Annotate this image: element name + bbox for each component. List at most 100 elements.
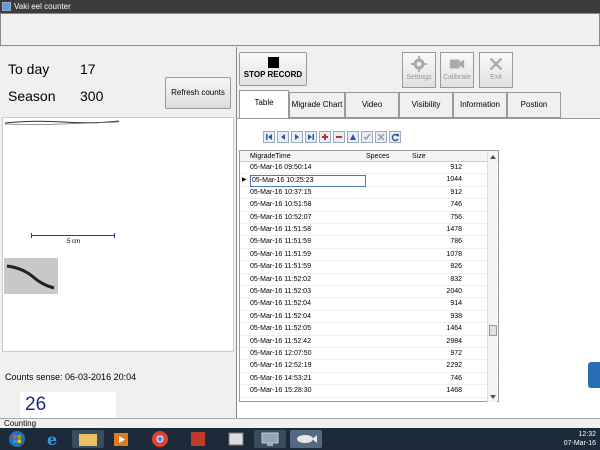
- table-cell[interactable]: 938: [450, 311, 462, 323]
- table-cell[interactable]: 05-Mar-16 12:52:19: [250, 360, 311, 372]
- table-row[interactable]: 05-Mar-16 11:51:58 1478: [240, 224, 498, 237]
- table-cell[interactable]: 05-Mar-16 10:37:15: [250, 187, 311, 199]
- table-cell[interactable]: 05-Mar-16 10:51:58: [250, 199, 311, 211]
- start-button[interactable]: [4, 430, 30, 448]
- insert-record-button[interactable]: [319, 131, 331, 143]
- last-record-button[interactable]: [305, 131, 317, 143]
- calibrate-button[interactable]: Calibrate: [440, 52, 474, 88]
- table-cell[interactable]: 05-Mar-16 10:52:07: [250, 212, 311, 224]
- table-cell[interactable]: 05-Mar-16 11:52:02: [250, 274, 311, 286]
- tab-migrade-chart[interactable]: Migrade Chart: [289, 92, 345, 118]
- app-icon-window[interactable]: [220, 430, 252, 448]
- clock-date[interactable]: 07-Mar-16: [564, 439, 596, 448]
- table-row[interactable]: ▶ 05-Mar-16 10:25:23 1044: [240, 174, 498, 188]
- tab-postion[interactable]: Postion: [507, 92, 561, 118]
- table-row[interactable]: 05-Mar-16 11:52:04 914: [240, 298, 498, 311]
- table-cell[interactable]: 756: [450, 212, 462, 224]
- table-cell[interactable]: 05-Mar-16 11:52:42: [250, 336, 311, 348]
- system-tray: 12:32 07-Mar-16: [564, 430, 596, 448]
- table-cell[interactable]: 914: [450, 298, 462, 310]
- table-row[interactable]: 05-Mar-16 11:51:59 786: [240, 236, 498, 249]
- table-cell[interactable]: 786: [450, 236, 462, 248]
- table-cell[interactable]: 1468: [446, 385, 462, 397]
- table-cell[interactable]: 1478: [446, 224, 462, 236]
- tab-visibility[interactable]: Visibility: [399, 92, 453, 118]
- file-explorer-icon[interactable]: [72, 430, 104, 448]
- side-panel-tab[interactable]: [588, 362, 600, 388]
- delete-record-button[interactable]: [333, 131, 345, 143]
- scrollbar-thumb[interactable]: [489, 325, 497, 336]
- table-cell[interactable]: 05-Mar-16 10:25:23: [250, 175, 366, 188]
- tab-video[interactable]: Video: [345, 92, 399, 118]
- table-row[interactable]: 05-Mar-16 10:52:07 756: [240, 212, 498, 224]
- column-header[interactable]: MigradeTime: [250, 151, 291, 162]
- media-player-icon[interactable]: [106, 430, 138, 448]
- column-header[interactable]: Size: [412, 151, 426, 162]
- table-cell[interactable]: 05-Mar-16 11:52:04: [250, 298, 311, 310]
- table-cell[interactable]: 2040: [446, 286, 462, 298]
- refresh-record-button[interactable]: [389, 131, 401, 143]
- eel-counter-taskbar-icon[interactable]: [290, 430, 322, 448]
- table-row[interactable]: 05-Mar-16 11:52:05 1464: [240, 323, 498, 336]
- first-record-button[interactable]: [263, 131, 275, 143]
- table-cell[interactable]: 05-Mar-16 15:28:30: [250, 385, 311, 397]
- table-row[interactable]: 05-Mar-16 11:52:04 938: [240, 311, 498, 324]
- table-cell[interactable]: 05-Mar-16 11:52:05: [250, 323, 311, 335]
- scroll-up-icon[interactable]: [489, 154, 497, 160]
- table-cell[interactable]: 1464: [446, 323, 462, 335]
- table-cell[interactable]: 05-Mar-16 11:51:59: [250, 249, 311, 261]
- table-row[interactable]: 05-Mar-16 12:07:50 972: [240, 348, 498, 361]
- table-row[interactable]: 05-Mar-16 10:51:58 746: [240, 199, 498, 212]
- eel-outline-icon: [4, 120, 120, 125]
- table-cell[interactable]: 05-Mar-16 11:52:04: [250, 311, 311, 323]
- table-row[interactable]: 05-Mar-16 09:50:14 912: [240, 162, 498, 175]
- table-row[interactable]: 05-Mar-16 11:52:42 2984: [240, 336, 498, 348]
- next-record-button[interactable]: [291, 131, 303, 143]
- table-cell[interactable]: 912: [450, 187, 462, 199]
- table-cell[interactable]: 05-Mar-16 12:07:50: [250, 348, 311, 360]
- app-icon-red[interactable]: [182, 430, 214, 448]
- edit-record-button[interactable]: [347, 131, 359, 143]
- table-row[interactable]: 05-Mar-16 10:37:15 912: [240, 187, 498, 200]
- prev-record-button[interactable]: [277, 131, 289, 143]
- tab-information[interactable]: Information: [453, 92, 507, 118]
- table-scrollbar[interactable]: [487, 152, 497, 402]
- table-cell[interactable]: 05-Mar-16 11:51:59: [250, 236, 311, 248]
- table-cell[interactable]: 746: [450, 199, 462, 211]
- table-cell[interactable]: 05-Mar-16 09:50:14: [250, 162, 311, 174]
- table-cell[interactable]: 05-Mar-16 11:52:03: [250, 286, 311, 298]
- table-row[interactable]: 05-Mar-16 11:51:59 826: [240, 261, 498, 274]
- internet-explorer-icon[interactable]: e: [38, 430, 70, 449]
- clock-time[interactable]: 12:32: [564, 430, 596, 439]
- table-cell[interactable]: 832: [450, 274, 462, 286]
- refresh-counts-button[interactable]: Refresh counts: [165, 77, 231, 109]
- table-cell[interactable]: 1044: [446, 174, 462, 186]
- table-cell[interactable]: 05-Mar-16 11:51:58: [250, 224, 311, 236]
- table-row[interactable]: 05-Mar-16 14:53:21 746: [240, 373, 498, 386]
- table-row[interactable]: 05-Mar-16 15:28:30 1468: [240, 385, 498, 398]
- cancel-icon: [377, 133, 385, 141]
- table-cell[interactable]: 1078: [446, 249, 462, 261]
- table-cell[interactable]: 826: [450, 261, 462, 273]
- table-cell[interactable]: 2292: [446, 360, 462, 372]
- table-row[interactable]: 05-Mar-16 11:52:02 832: [240, 274, 498, 286]
- exit-button[interactable]: Exit: [479, 52, 513, 88]
- tab-table[interactable]: Table: [239, 90, 289, 118]
- table-cell[interactable]: 05-Mar-16 11:51:59: [250, 261, 311, 273]
- column-header[interactable]: Speces: [366, 151, 389, 162]
- table-cell[interactable]: 746: [450, 373, 462, 385]
- chrome-icon[interactable]: [144, 430, 176, 448]
- table-row[interactable]: 05-Mar-16 11:51:59 1078: [240, 249, 498, 262]
- table-cell[interactable]: 912: [450, 162, 462, 174]
- cancel-record-button[interactable]: [375, 131, 387, 143]
- scroll-down-icon[interactable]: [489, 394, 497, 400]
- table-row[interactable]: 05-Mar-16 11:52:03 2040: [240, 286, 498, 299]
- remote-desktop-icon[interactable]: [254, 430, 286, 448]
- post-record-button[interactable]: [361, 131, 373, 143]
- table-cell[interactable]: 2984: [446, 336, 462, 348]
- table-cell[interactable]: 972: [450, 348, 462, 360]
- table-row[interactable]: 05-Mar-16 12:52:19 2292: [240, 360, 498, 373]
- stop-record-button[interactable]: STOP RECORD: [239, 52, 307, 86]
- table-cell[interactable]: 05-Mar-16 14:53:21: [250, 373, 311, 385]
- settings-button[interactable]: Settings: [402, 52, 436, 88]
